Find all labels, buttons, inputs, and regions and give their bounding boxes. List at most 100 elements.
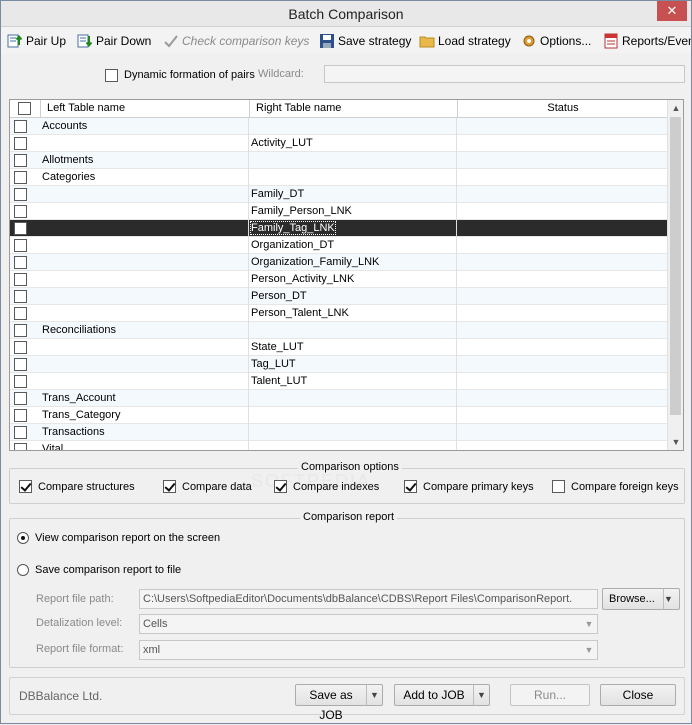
- compare-indexes-option[interactable]: Compare indexes: [274, 480, 379, 493]
- left-table-cell[interactable]: Vital: [41, 441, 249, 450]
- dynamic-pairs-checkbox[interactable]: [105, 68, 118, 82]
- save-strategy-button[interactable]: Save strategy: [319, 31, 411, 51]
- right-table-cell[interactable]: Person_DT: [250, 288, 457, 305]
- pair-down-button[interactable]: Pair Down: [77, 31, 151, 51]
- row-checkbox[interactable]: [14, 222, 27, 235]
- save-job-dropdown-icon[interactable]: ▼: [366, 685, 382, 705]
- load-strategy-button[interactable]: Load strategy: [419, 31, 511, 51]
- table-row[interactable]: Organization_Family_LNK: [10, 254, 668, 271]
- row-checkbox[interactable]: [14, 239, 27, 252]
- compare-data-option[interactable]: Compare data: [163, 480, 252, 493]
- table-row[interactable]: Vital: [10, 441, 668, 450]
- left-table-header[interactable]: Left Table name: [41, 100, 250, 118]
- wildcard-input[interactable]: [324, 65, 685, 83]
- save-report-radio[interactable]: [17, 564, 29, 576]
- table-row[interactable]: Activity_LUT: [10, 135, 668, 152]
- right-table-cell[interactable]: [250, 441, 457, 450]
- row-checkbox[interactable]: [14, 392, 27, 405]
- compare-structures-option[interactable]: Compare structures: [19, 480, 135, 493]
- right-table-header[interactable]: Right Table name: [250, 100, 458, 118]
- status-header[interactable]: Status: [458, 100, 668, 118]
- row-checkbox[interactable]: [14, 290, 27, 303]
- right-table-cell[interactable]: Talent_LUT: [250, 373, 457, 390]
- left-table-cell[interactable]: [41, 271, 249, 288]
- table-row[interactable]: Person_DT: [10, 288, 668, 305]
- right-table-cell[interactable]: [250, 390, 457, 407]
- row-checkbox[interactable]: [14, 137, 27, 150]
- compare-structures-checkbox[interactable]: [19, 480, 32, 493]
- row-checkbox[interactable]: [14, 324, 27, 337]
- table-row[interactable]: Tag_LUT: [10, 356, 668, 373]
- save-as-job-button[interactable]: Save as JOB ▼: [295, 684, 383, 722]
- compare-foreign-keys-option[interactable]: Compare foreign keys: [552, 480, 679, 493]
- left-table-cell[interactable]: Accounts: [41, 118, 249, 135]
- table-row[interactable]: Family_DT: [10, 186, 668, 203]
- detalization-select[interactable]: Cells ▼: [139, 614, 598, 634]
- left-table-cell[interactable]: [41, 220, 249, 237]
- left-table-cell[interactable]: Categories: [41, 169, 249, 186]
- left-table-cell[interactable]: [41, 356, 249, 373]
- table-row[interactable]: State_LUT: [10, 339, 668, 356]
- add-job-dropdown-icon[interactable]: ▼: [473, 685, 489, 705]
- table-row[interactable]: Categories: [10, 169, 668, 186]
- left-table-cell[interactable]: [41, 288, 249, 305]
- left-table-cell[interactable]: [41, 339, 249, 356]
- right-table-cell[interactable]: Person_Activity_LNK: [250, 271, 457, 288]
- dynamic-pairs-option[interactable]: Dynamic formation of pairs: [105, 67, 255, 83]
- row-checkbox[interactable]: [14, 443, 27, 450]
- right-table-cell[interactable]: Organization_DT: [250, 237, 457, 254]
- right-table-cell[interactable]: [250, 169, 457, 186]
- table-row[interactable]: Trans_Account: [10, 390, 668, 407]
- compare-indexes-checkbox[interactable]: [274, 480, 287, 493]
- left-table-cell[interactable]: Allotments: [41, 152, 249, 169]
- table-row[interactable]: Person_Talent_LNK: [10, 305, 668, 322]
- options-button[interactable]: Options...: [521, 31, 591, 51]
- row-checkbox[interactable]: [14, 375, 27, 388]
- compare-primary-keys-checkbox[interactable]: [404, 480, 417, 493]
- row-checkbox[interactable]: [14, 171, 27, 184]
- right-table-cell[interactable]: [250, 118, 457, 135]
- left-table-cell[interactable]: Trans_Account: [41, 390, 249, 407]
- left-table-cell[interactable]: Transactions: [41, 424, 249, 441]
- left-table-cell[interactable]: [41, 135, 249, 152]
- row-checkbox[interactable]: [14, 154, 27, 167]
- right-table-cell[interactable]: Family_DT: [250, 186, 457, 203]
- table-row[interactable]: Trans_Category: [10, 407, 668, 424]
- row-checkbox[interactable]: [14, 205, 27, 218]
- check-keys-button[interactable]: Check comparison keys: [163, 31, 309, 51]
- right-table-cell[interactable]: State_LUT: [250, 339, 457, 356]
- reports-events-button[interactable]: Reports/Even: [603, 31, 691, 51]
- report-path-field[interactable]: C:\Users\SoftpediaEditor\Documents\dbBal…: [139, 589, 598, 609]
- left-table-cell[interactable]: Reconciliations: [41, 322, 249, 339]
- row-checkbox[interactable]: [14, 426, 27, 439]
- left-table-cell[interactable]: [41, 186, 249, 203]
- table-row[interactable]: Talent_LUT: [10, 373, 668, 390]
- right-table-cell[interactable]: Organization_Family_LNK: [250, 254, 457, 271]
- right-table-cell[interactable]: [250, 407, 457, 424]
- close-window-button[interactable]: ✕: [657, 1, 687, 21]
- compare-primary-keys-option[interactable]: Compare primary keys: [404, 480, 534, 493]
- left-table-cell[interactable]: [41, 373, 249, 390]
- select-all-checkbox[interactable]: [18, 102, 31, 115]
- close-button[interactable]: Close: [600, 684, 676, 706]
- scroll-thumb[interactable]: [670, 117, 681, 415]
- left-table-cell[interactable]: [41, 254, 249, 271]
- scroll-up-icon[interactable]: ▲: [668, 100, 683, 116]
- right-table-cell[interactable]: Person_Talent_LNK: [250, 305, 457, 322]
- row-checkbox[interactable]: [14, 409, 27, 422]
- right-table-cell[interactable]: [250, 322, 457, 339]
- right-table-cell[interactable]: Tag_LUT: [250, 356, 457, 373]
- save-report-option[interactable]: Save comparison report to file: [17, 564, 181, 576]
- table-row[interactable]: Family_Tag_LNK: [10, 220, 668, 237]
- left-table-cell[interactable]: [41, 237, 249, 254]
- table-row[interactable]: Transactions: [10, 424, 668, 441]
- compare-foreign-keys-checkbox[interactable]: [552, 480, 565, 493]
- compare-data-checkbox[interactable]: [163, 480, 176, 493]
- right-table-cell[interactable]: [250, 424, 457, 441]
- report-format-select[interactable]: xml ▼: [139, 640, 598, 660]
- grid-vertical-scrollbar[interactable]: ▲ ▼: [667, 100, 683, 450]
- right-table-cell[interactable]: [250, 152, 457, 169]
- table-row[interactable]: Person_Activity_LNK: [10, 271, 668, 288]
- table-row[interactable]: Allotments: [10, 152, 668, 169]
- table-row[interactable]: Reconciliations: [10, 322, 668, 339]
